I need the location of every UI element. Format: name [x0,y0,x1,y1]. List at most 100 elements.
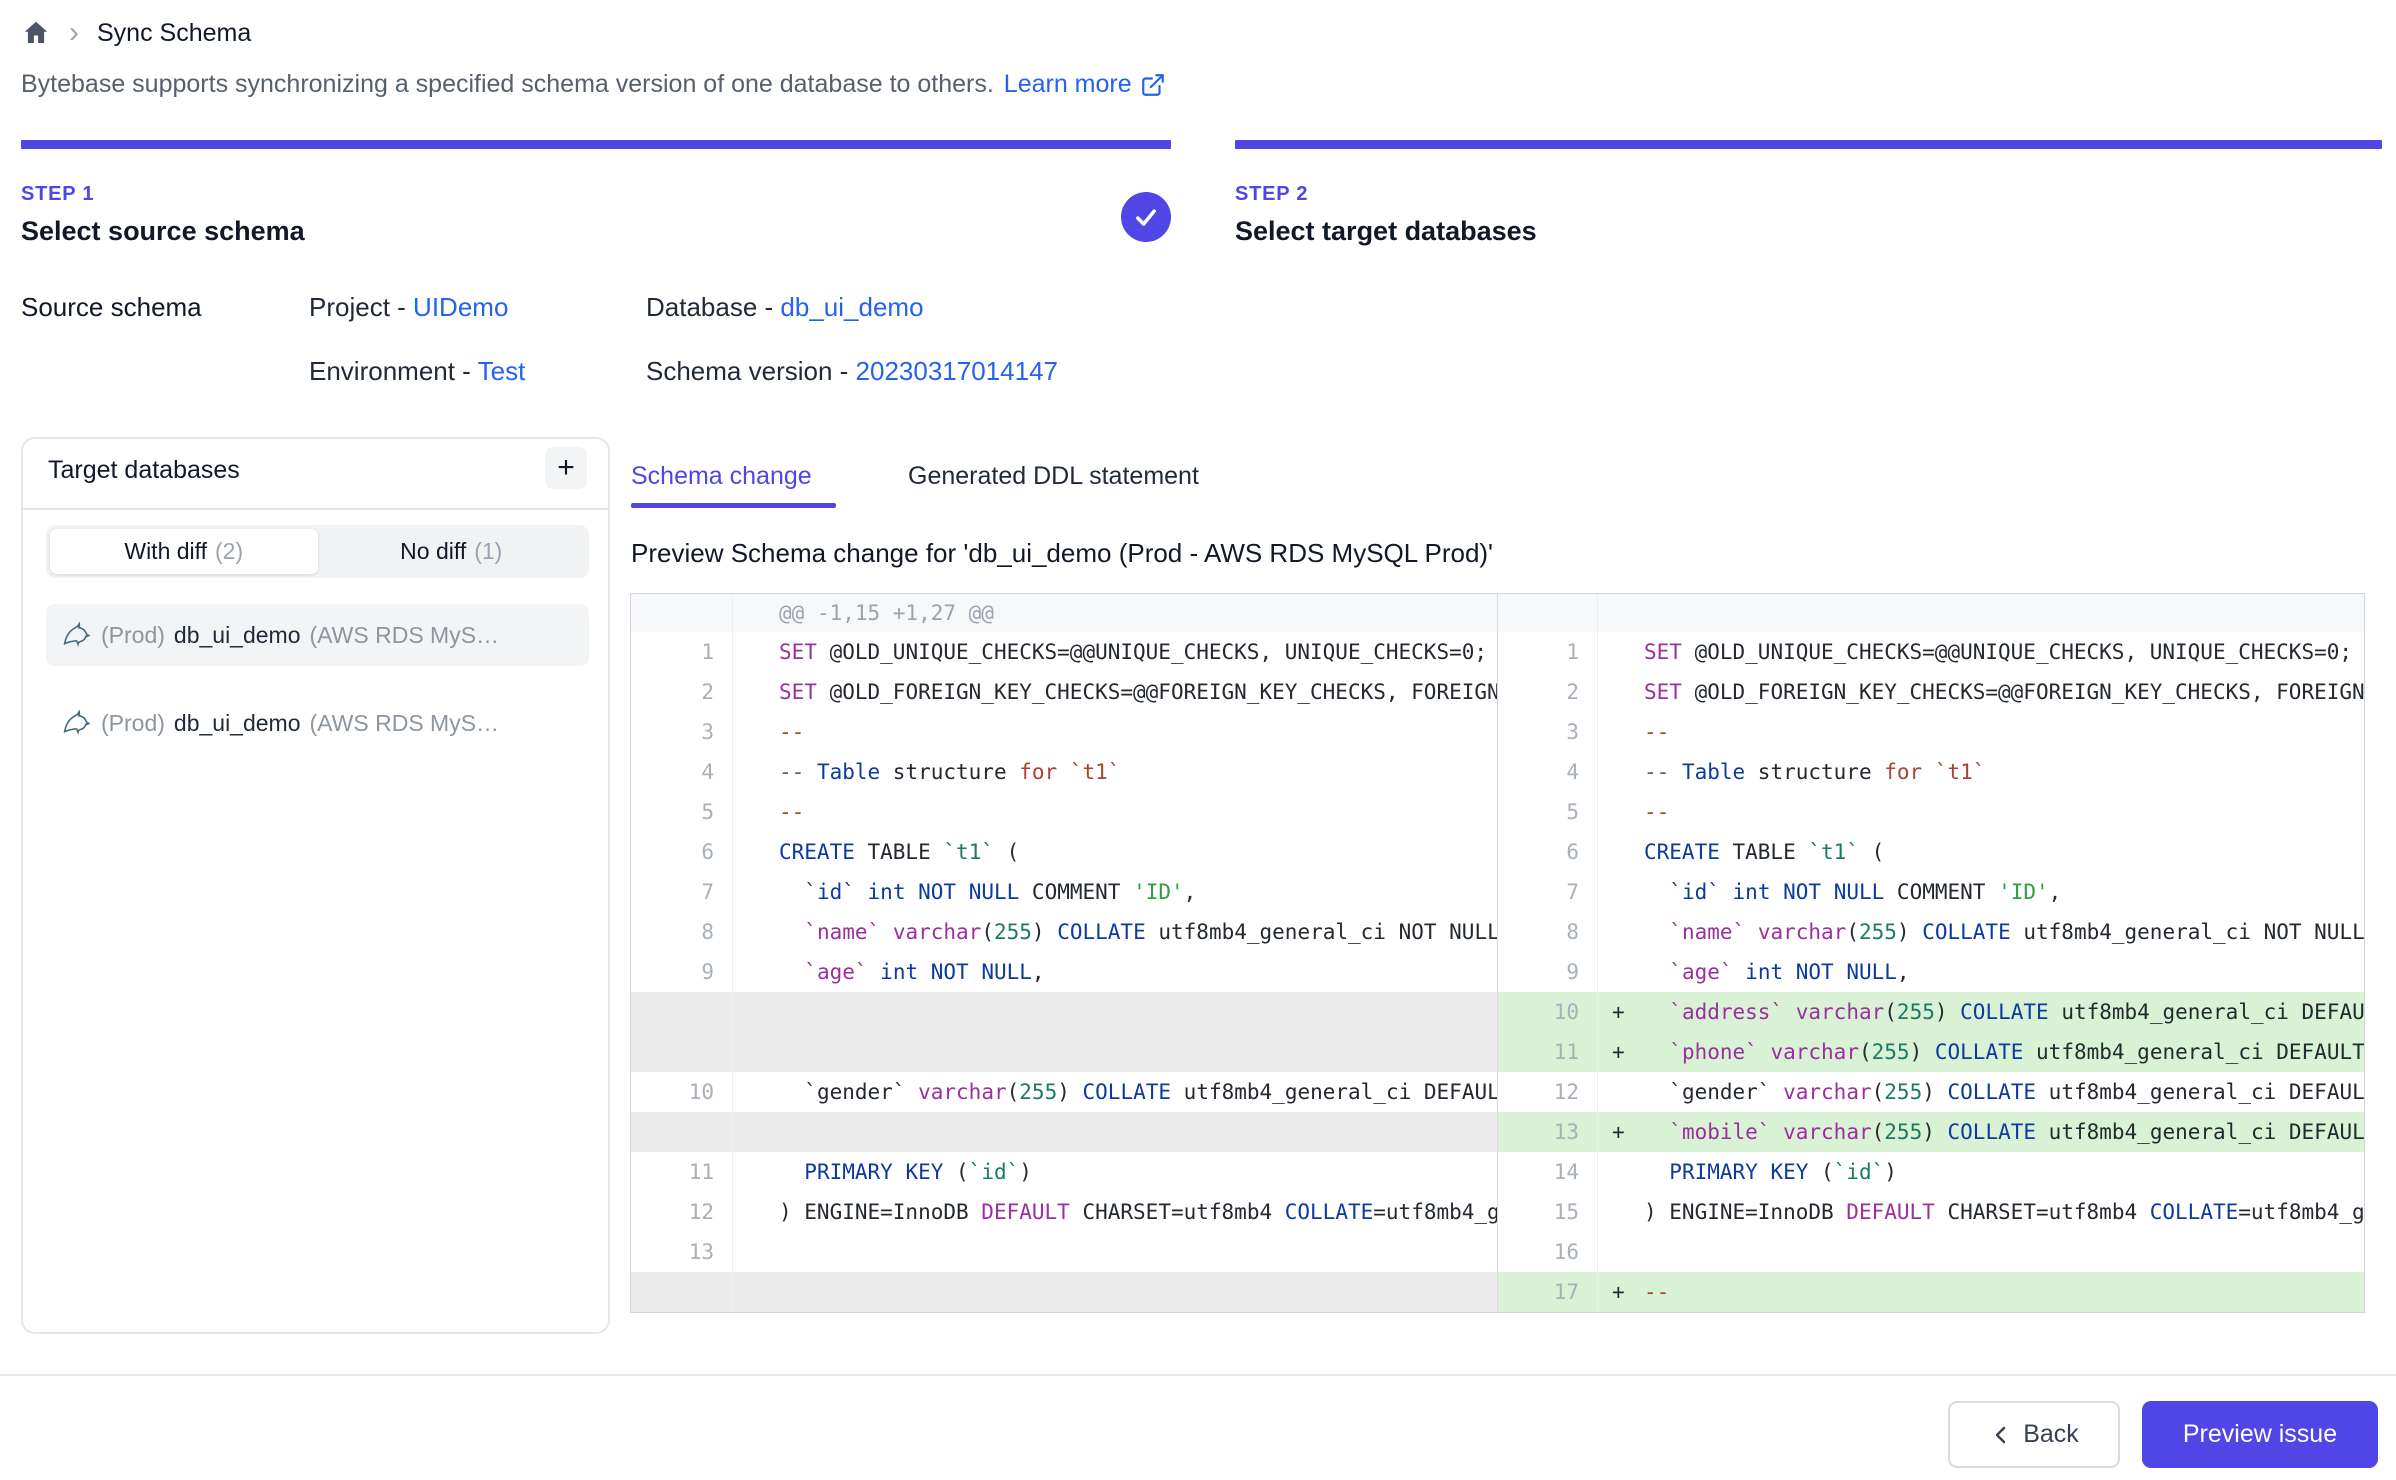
diff-line-number-right: 15 [1498,1192,1598,1232]
db-name: db_ui_demo [174,710,301,737]
diff-line-number-left: 9 [631,952,733,992]
field-project: Project - UIDemo [309,292,508,323]
diff-line-number-left: 12 [631,1192,733,1232]
diff-line-number-right: 6 [1498,832,1598,872]
diff-code-line-right: PRIMARY KEY (`id`) [1598,1152,2364,1192]
diff-line-number-left: 3 [631,712,733,752]
external-link-icon [1140,72,1166,98]
diff-line-number-right: 8 [1498,912,1598,952]
diff-code-line-left: -- [733,712,1498,752]
active-tab-underline [631,503,836,508]
tab-generated-ddl[interactable]: Generated DDL statement [908,462,1199,491]
learn-more-link[interactable]: Learn more [1004,70,1166,99]
page-description: Bytebase supports synchronizing a specif… [21,70,1166,99]
field-project-label: Project - [309,292,406,322]
diff-line-number-right: 4 [1498,752,1598,792]
diff-add-marker: + [1598,992,1644,1032]
breadcrumb-current: Sync Schema [97,19,251,48]
diff-code-line-right: -- [1598,792,2364,832]
diff-line-number-right: 9 [1498,952,1598,992]
field-database: Database - db_ui_demo [646,292,924,323]
field-environment-label: Environment - [309,356,471,386]
tab-with-diff-count: (2) [215,538,243,565]
diff-line-number-left: 11 [631,1152,733,1192]
diff-line-number-left: 5 [631,792,733,832]
schema-version-link[interactable]: 20230317014147 [856,356,1058,386]
step1-complete-badge [1121,192,1171,242]
diff-code-line-right: `name` varchar(255) COLLATE utf8mb4_gene… [1598,912,2364,952]
diff-code-line-left: CREATE TABLE `t1` ( [733,832,1498,872]
diff-code-line-left: `name` varchar(255) COLLATE utf8mb4_gene… [733,912,1498,952]
diff-line-number-right: 2 [1498,672,1598,712]
breadcrumb: › Sync Schema [21,18,251,48]
diff-code-line-left: SET @OLD_UNIQUE_CHECKS=@@UNIQUE_CHECKS, … [733,632,1498,672]
step2-progress-bar [1235,140,2382,149]
step1-label: STEP 1 [21,183,94,206]
diff-code-line-left: -- Table structure for `t1` [733,752,1498,792]
diff-line-number-right: 10 [1498,992,1598,1032]
field-schema-version: Schema version - 20230317014147 [646,356,1058,387]
add-target-database-button[interactable]: + [545,447,587,489]
field-environment: Environment - Test [309,356,525,387]
environment-link[interactable]: Test [478,356,526,386]
diff-add-marker: + [1598,1112,1644,1152]
db-instance: (AWS RDS MyS… [310,710,575,737]
diff-hunk-header: @@ -1,15 +1,27 @@ [733,594,1498,632]
footer-divider [0,1374,2396,1376]
diff-code-line-left [733,1232,1498,1272]
database-link[interactable]: db_ui_demo [780,292,923,322]
tab-schema-change[interactable]: Schema change [631,462,812,491]
target-database-item-1[interactable]: (Prod) db_ui_demo (AWS RDS MyS… [46,604,589,666]
chevron-left-icon [1989,1423,2013,1447]
step1-title: Select source schema [21,216,305,247]
step2-title: Select target databases [1235,216,1537,247]
diff-line-number-left: 4 [631,752,733,792]
panel-divider [23,508,608,510]
diff-line-number-right: 1 [1498,632,1598,672]
target-database-item-2[interactable]: (Prod) db_ui_demo (AWS RDS MyS… [46,692,589,754]
preview-title: Preview Schema change for 'db_ui_demo (P… [631,538,1493,569]
tab-no-diff-label: No diff [400,538,466,565]
source-schema-label: Source schema [21,292,202,323]
back-button[interactable]: Back [1948,1401,2120,1468]
diff-line-number-left: 13 [631,1232,733,1272]
db-environment: (Prod) [101,622,165,649]
target-databases-title: Target databases [48,456,240,485]
tab-with-diff[interactable]: With diff (2) [50,529,318,574]
diff-line-number-right: 12 [1498,1072,1598,1112]
diff-code-line-right [1598,1232,2364,1272]
diff-code-line-left [733,1112,1498,1152]
mysql-engine-icon [60,619,92,651]
field-schema-version-label: Schema version - [646,356,848,386]
tab-with-diff-label: With diff [124,538,207,565]
diff-line-number-left [631,1032,733,1072]
target-databases-panel: Target databases + With diff (2) No diff… [21,437,610,1334]
check-icon [1132,203,1160,231]
diff-line-number-left: 1 [631,632,733,672]
diff-add-marker: + [1598,1272,1644,1312]
preview-issue-button[interactable]: Preview issue [2142,1401,2378,1468]
diff-line-number-left: 8 [631,912,733,952]
diff-code-line-right: + `mobile` varchar(255) COLLATE utf8mb4_… [1598,1112,2364,1152]
diff-line-number-right: 17 [1498,1272,1598,1312]
tab-no-diff[interactable]: No diff (1) [318,529,586,574]
diff-filter-tabs: With diff (2) No diff (1) [46,525,589,578]
diff-header-gutter-right [1498,594,1598,632]
breadcrumb-chevron-icon: › [69,18,79,48]
schema-diff-viewer[interactable]: @@ -1,15 +1,27 @@1SET @OLD_UNIQUE_CHECKS… [630,593,2365,1313]
diff-header-gutter-left [631,594,733,632]
project-link[interactable]: UIDemo [413,292,508,322]
diff-code-line-left [733,1032,1498,1072]
diff-code-line-left: ) ENGINE=InnoDB DEFAULT CHARSET=utf8mb4 … [733,1192,1498,1232]
sync-schema-page: › Sync Schema Bytebase supports synchron… [0,0,2396,1480]
diff-line-number-left: 2 [631,672,733,712]
diff-line-number-right: 7 [1498,872,1598,912]
learn-more-label: Learn more [1004,70,1132,99]
diff-line-number-right: 14 [1498,1152,1598,1192]
home-icon[interactable] [21,18,51,48]
db-environment: (Prod) [101,710,165,737]
back-button-label: Back [2023,1420,2079,1449]
diff-code-line-right: SET @OLD_UNIQUE_CHECKS=@@UNIQUE_CHECKS, … [1598,632,2364,672]
mysql-engine-icon [60,707,92,739]
description-text: Bytebase supports synchronizing a specif… [21,70,994,99]
